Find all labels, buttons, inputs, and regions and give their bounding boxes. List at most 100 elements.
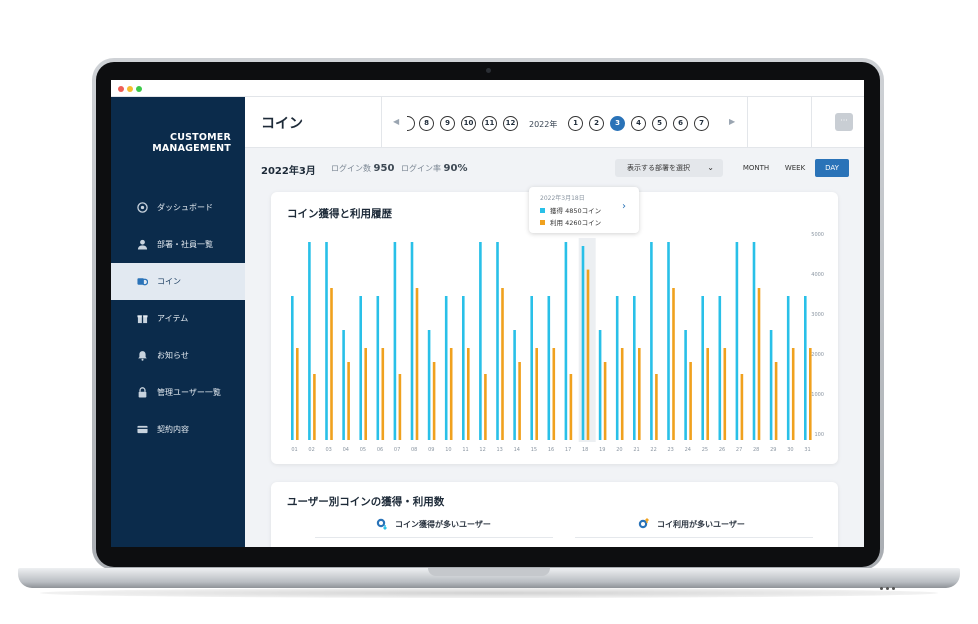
more-button[interactable]: ··· — [835, 113, 853, 131]
tooltip-earned-row: 獲得 4850コイン — [540, 205, 601, 215]
sidebar-item-admin-users[interactable]: 管理ユーザー一覧 — [111, 374, 245, 411]
segment-day[interactable]: DAY — [815, 159, 849, 177]
used-ranking-heading: コイ利用が多いユーザー — [638, 518, 745, 530]
laptop-mockup: CUSTOMER MANAGEMENT ダッシュボード 部署・社員一覧 コイン … — [0, 0, 978, 624]
chevron-right-icon[interactable]: › — [622, 201, 626, 212]
bar-earned — [718, 296, 722, 440]
department-select[interactable]: 表示する部署を選択 ⌄ — [615, 159, 723, 177]
card-icon — [137, 424, 148, 435]
login-rate-value: 90% — [443, 163, 468, 174]
x-tick-label: 08 — [411, 447, 417, 453]
laptop-shadow — [40, 588, 938, 598]
bar-earned — [513, 330, 516, 440]
x-tick-label: 25 — [702, 447, 708, 453]
bar-earned — [786, 296, 790, 440]
bar-earned — [804, 296, 807, 440]
sidebar: CUSTOMER MANAGEMENT ダッシュボード 部署・社員一覧 コイン … — [111, 97, 245, 547]
bar-used — [484, 374, 487, 440]
x-tick-label: 16 — [548, 447, 554, 453]
x-tick-label: 02 — [308, 447, 314, 453]
day-pill[interactable]: 4 — [631, 116, 646, 131]
camera-icon — [486, 68, 491, 73]
day-pill-partial — [407, 116, 415, 131]
day-pill[interactable]: 8 — [419, 116, 434, 131]
bar-used — [689, 362, 692, 440]
x-tick-label: 18 — [582, 447, 588, 453]
bar-used — [398, 374, 402, 440]
segment-month[interactable]: MONTH — [737, 159, 775, 177]
sidebar-item-departments[interactable]: 部署・社員一覧 — [111, 226, 245, 263]
bar-earned — [735, 242, 739, 440]
next-arrow-icon[interactable]: ▶ — [729, 117, 735, 126]
earned-ranking-label: コイン獲得が多いユーザー — [395, 519, 491, 529]
day-pill[interactable]: 6 — [673, 116, 688, 131]
sidebar-item-dashboard[interactable]: ダッシュボード — [111, 189, 245, 226]
bar-used — [535, 348, 538, 440]
y-tick-label: 2000 — [811, 352, 824, 358]
day-pill[interactable]: 5 — [652, 116, 667, 131]
x-tick-label: 19 — [599, 447, 605, 453]
month-label: 2022年3月 — [261, 166, 316, 177]
prev-arrow-icon[interactable]: ◀ — [393, 117, 399, 126]
x-tick-label: 27 — [736, 447, 742, 453]
bar-used — [774, 362, 778, 440]
bar-earned — [291, 296, 294, 440]
maximize-window-button[interactable] — [136, 86, 142, 92]
bar-earned — [564, 242, 568, 440]
brand-logo: CUSTOMER MANAGEMENT — [111, 132, 231, 154]
tooltip-used: 利用 4260コイン — [550, 219, 602, 227]
day-pill-selected[interactable]: 3 — [610, 116, 625, 131]
sidebar-item-coin[interactable]: コイン — [111, 263, 245, 300]
x-tick-label: 21 — [633, 447, 639, 453]
day-pill[interactable]: 2 — [589, 116, 604, 131]
lock-icon — [137, 387, 148, 398]
segment-week[interactable]: WEEK — [777, 159, 813, 177]
x-tick-label: 05 — [360, 447, 366, 453]
day-pill[interactable]: 7 — [694, 116, 709, 131]
bar-used — [432, 362, 436, 440]
earned-swatch — [540, 207, 545, 213]
divider — [811, 97, 812, 148]
day-pill[interactable]: 11 — [482, 116, 497, 131]
login-count-value: 950 — [373, 163, 395, 174]
x-tick-label: 01 — [291, 447, 297, 453]
close-window-button[interactable] — [118, 86, 124, 92]
x-tick-label: 11 — [462, 447, 468, 453]
sidebar-item-notices[interactable]: お知らせ — [111, 337, 245, 374]
bar-used — [552, 348, 556, 440]
bar-used — [706, 348, 709, 440]
divider — [315, 537, 553, 538]
day-pill[interactable]: 1 — [568, 116, 583, 131]
sub-bar: 2022年3月 ログイン数 950 ログイン率 90% 表示する部署を選択 ⌄ … — [245, 148, 864, 188]
day-pill[interactable]: 9 — [440, 116, 455, 131]
chevron-down-icon: ⌄ — [707, 163, 714, 172]
bar-earned — [325, 242, 328, 440]
main-content: コイン ◀ 8 9 10 11 12 2022年 1 2 3 4 5 6 7 ▶ — [245, 97, 864, 547]
bar-earned — [530, 296, 533, 440]
window-titlebar — [111, 80, 864, 97]
y-tick-label: 100 — [814, 432, 824, 438]
bar-used — [296, 348, 299, 440]
sidebar-item-items[interactable]: アイテム — [111, 300, 245, 337]
sidebar-item-label: お知らせ — [157, 351, 189, 360]
coin-earn-icon — [376, 518, 387, 530]
person-icon — [137, 239, 148, 250]
ranking-title: ユーザー別コインの獲得・利用数 — [287, 496, 445, 508]
day-pill[interactable]: 12 — [503, 116, 518, 131]
bar-used — [467, 348, 470, 440]
bar-earned — [496, 242, 499, 440]
minimize-window-button[interactable] — [127, 86, 133, 92]
bar-used — [740, 374, 744, 440]
bar-used — [569, 374, 573, 440]
sidebar-item-contract[interactable]: 契約内容 — [111, 411, 245, 448]
login-count-stat: ログイン数 950 — [331, 163, 394, 174]
day-pill[interactable]: 10 — [461, 116, 476, 131]
bar-earned — [308, 242, 311, 440]
used-ranking-label: コイ利用が多いユーザー — [657, 519, 745, 529]
bar-earned — [598, 330, 602, 440]
bell-icon — [137, 350, 148, 361]
tooltip-date: 2022年3月18日 — [540, 195, 585, 202]
login-rate-stat: ログイン率 90% — [401, 163, 467, 174]
x-tick-label: 26 — [719, 447, 725, 453]
y-tick-label: 3000 — [811, 312, 824, 318]
